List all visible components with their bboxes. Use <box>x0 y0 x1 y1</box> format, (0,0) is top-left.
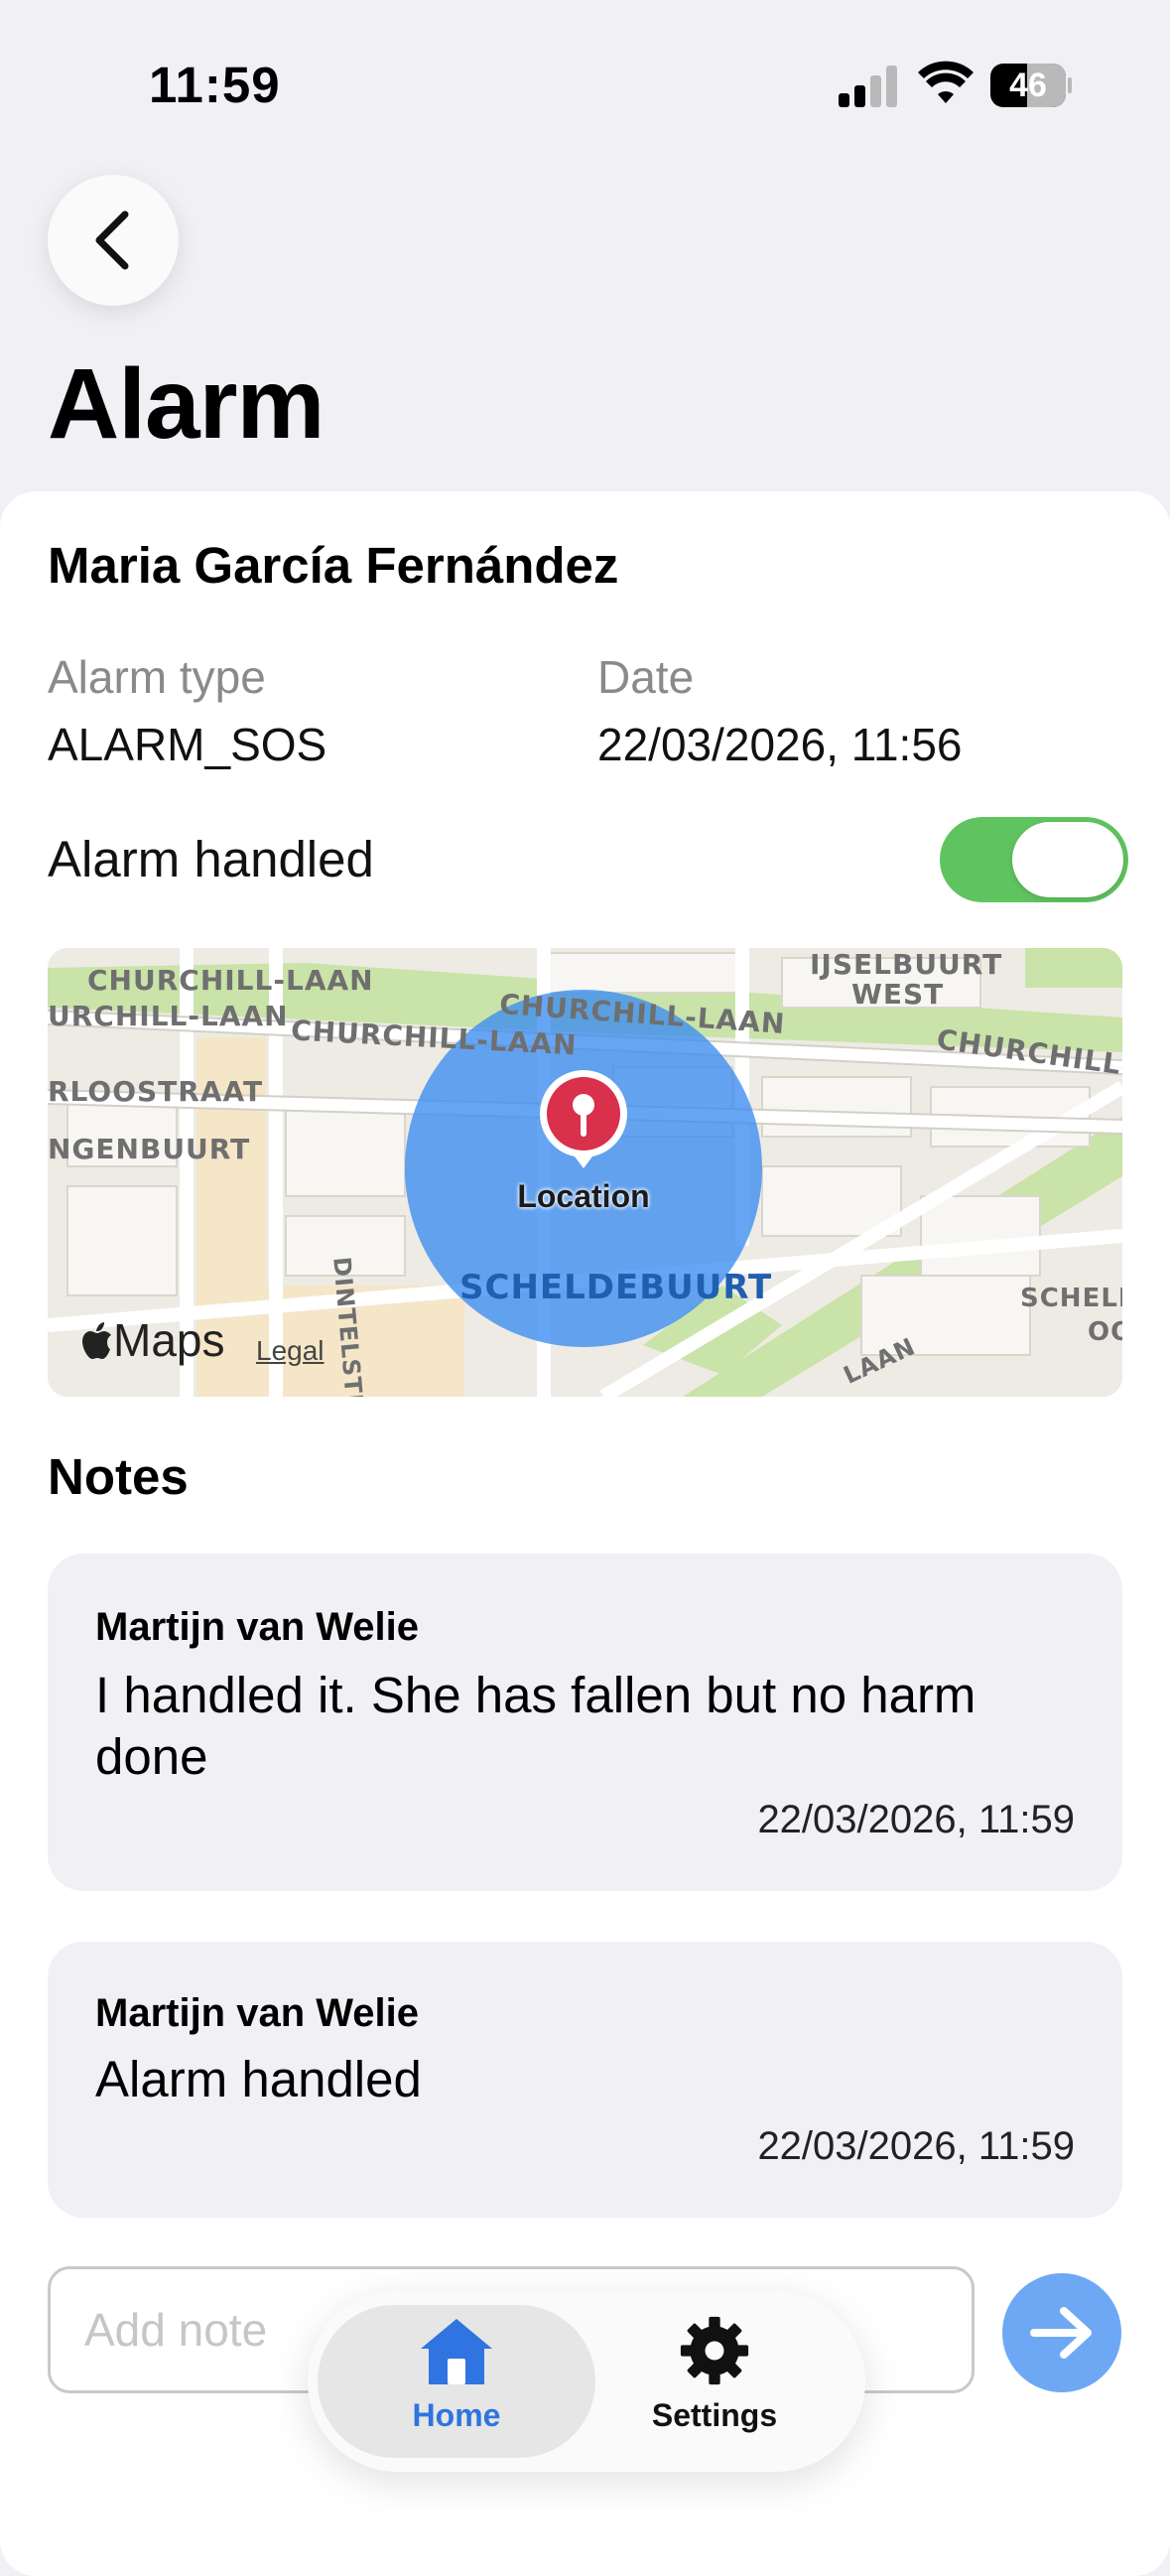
status-time: 11:59 <box>149 57 281 113</box>
map-pin-icon[interactable] <box>537 1067 630 1170</box>
alarm-detail-card <box>0 491 1170 2576</box>
location-map[interactable]: CHURCHILL-LAAN URCHILL-LAAN CHURCHILL-LA… <box>48 948 1122 1397</box>
date-value: 22/03/2026, 11:56 <box>597 719 963 770</box>
apple-icon <box>82 1322 111 1359</box>
arrow-right-icon <box>1030 2307 1092 2359</box>
notes-heading: Notes <box>48 1448 189 1505</box>
map-street-label: OO <box>1088 1317 1122 1347</box>
tab-settings[interactable]: Settings <box>576 2315 853 2434</box>
map-street-label: CHURCHILL-LAAN <box>87 964 374 997</box>
note-text: Alarm handled <box>95 2051 422 2107</box>
note-card: Martijn van Welie I handled it. She has … <box>48 1554 1122 1891</box>
send-note-button[interactable] <box>1002 2273 1121 2392</box>
map-street-label: WEST <box>851 978 945 1011</box>
map-pin-label: Location <box>517 1178 650 1214</box>
note-timestamp: 22/03/2026, 11:59 <box>757 1798 1075 1841</box>
map-street-label: RLOOSTRAAT <box>48 1075 264 1108</box>
note-author: Martijn van Welie <box>95 1991 420 2035</box>
gear-icon <box>680 2316 749 2385</box>
battery-percent: 46 <box>1009 67 1047 104</box>
map-street-label: IJSELBUURT <box>810 948 1003 981</box>
note-card: Martijn van Welie Alarm handled 22/03/20… <box>48 1942 1122 2218</box>
note-text: I handled it. She has fallen but no harm… <box>95 1667 976 1785</box>
page-title: Alarm <box>48 348 325 460</box>
house-icon <box>421 2319 492 2384</box>
note-timestamp: 22/03/2026, 11:59 <box>757 2124 1075 2168</box>
tab-home-label: Home <box>412 2397 501 2433</box>
maps-brand-label: Maps <box>113 1314 225 1366</box>
map-district-label: SCHELDEBUURT <box>459 1268 773 1307</box>
wifi-icon <box>918 60 974 105</box>
map-street-label: URCHILL-LAAN <box>48 1000 289 1032</box>
map-legal-link[interactable]: Legal <box>256 1335 325 1367</box>
alarm-type-value: ALARM_SOS <box>48 719 327 770</box>
cellular-signal-icon <box>839 64 898 107</box>
tab-settings-label: Settings <box>651 2397 778 2433</box>
date-label: Date <box>597 651 695 703</box>
apple-maps-logo: Maps <box>81 1313 224 1367</box>
alarm-type-label: Alarm type <box>48 651 266 703</box>
note-author: Martijn van Welie <box>95 1605 420 1649</box>
map-street-label: NGENBUURT <box>48 1133 251 1165</box>
map-street-label: SCHELD <box>1020 1284 1122 1313</box>
person-name: Maria García Fernández <box>48 537 619 594</box>
chevron-left-icon <box>95 210 129 270</box>
back-button[interactable] <box>48 175 179 306</box>
alarm-handled-toggle[interactable] <box>940 817 1128 902</box>
tab-bar: Home Settings <box>308 2291 865 2472</box>
battery-icon: 46 <box>990 64 1072 107</box>
tab-home[interactable]: Home <box>318 2315 595 2434</box>
alarm-handled-label: Alarm handled <box>48 831 374 887</box>
